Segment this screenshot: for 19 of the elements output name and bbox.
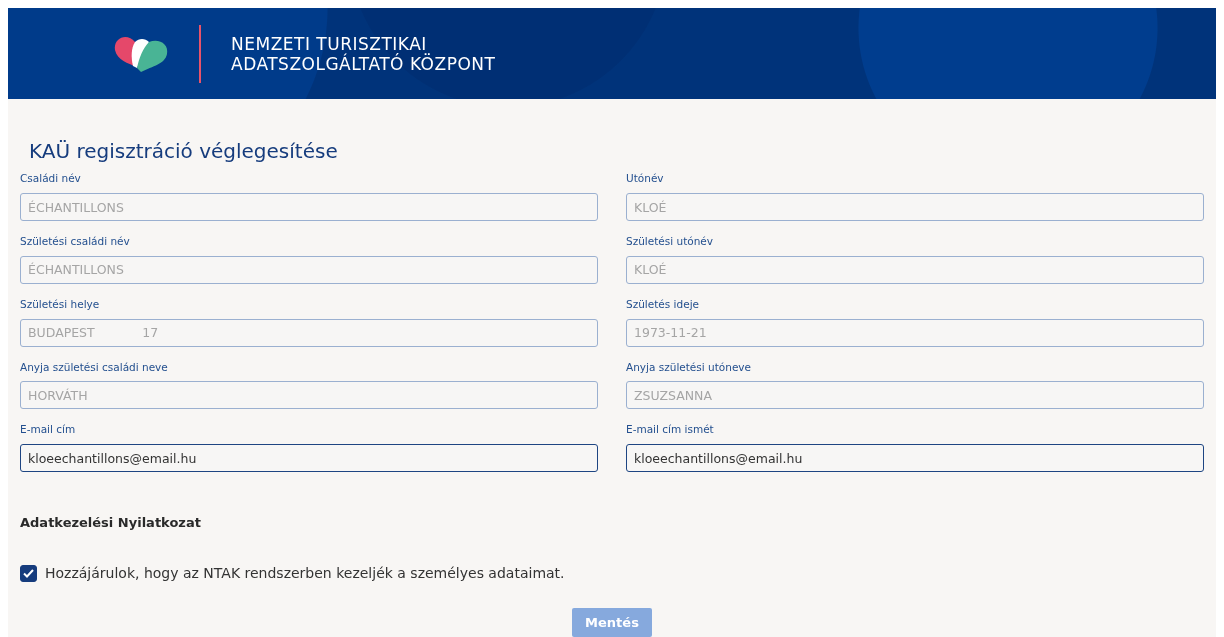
field-label: Utónév [626, 171, 664, 187]
field-label: Születési utónév [626, 234, 714, 249]
field-label: Anyja születési családi neve [20, 359, 168, 375]
input-field[interactable]: kloeechantillons@email.hu [20, 444, 598, 472]
field-label: Születés ideje [626, 296, 699, 312]
field-label: E-mail cím [20, 422, 76, 438]
field-label: Családi név [20, 171, 81, 187]
consent-label: Hozzájárulok, hogy az NTAK rendszerben kezeljék a személyes adataimat. [45, 563, 565, 583]
header-title: ADATSZOLGÁLTATÓ KÖZPONT [231, 53, 496, 74]
checkbox[interactable] [20, 564, 37, 582]
section-heading: Adatkezelési Nyilatkozat [20, 514, 202, 532]
page-title: KAÜ regisztráció véglegesítése [29, 139, 339, 164]
checkmark-icon [23, 568, 34, 578]
field-label: Születési helye [20, 296, 100, 312]
input-field[interactable]: kloeechantillons@email.hu [626, 444, 1204, 472]
field-label: Születési családi név [20, 234, 130, 249]
header-title: NEMZETI TURISZTIKAI [231, 33, 427, 54]
field-label: Anyja születési utóneve [626, 359, 752, 375]
field-label: E-mail cím ismét [626, 422, 714, 438]
